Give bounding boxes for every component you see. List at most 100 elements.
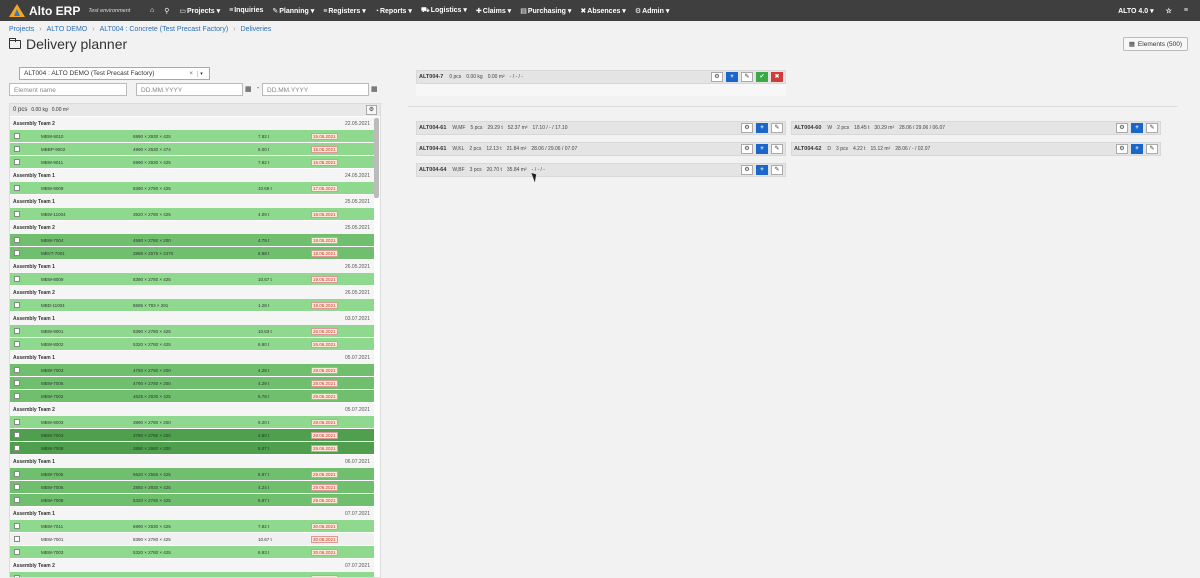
element-row[interactable]: MBW-7004 4590 × 2780 × 200 4.79 t 18.05.202… (10, 234, 374, 247)
calendar-icon[interactable]: ▦ (245, 85, 252, 93)
calendar-icon[interactable]: ▦ (371, 85, 378, 93)
breadcrumb-projects[interactable]: Projects (9, 26, 34, 33)
nav-item-2[interactable]: ▭Projects ▾ (179, 7, 220, 15)
edit-button[interactable]: ✎ (771, 165, 783, 175)
element-row[interactable]: MBW-7003 5320 × 2780 × 425 6.93 t 30.06.202… (10, 546, 374, 559)
element-row[interactable]: MBW-8002 5320 × 2780 × 425 6.90 t 26.06.202… (10, 338, 374, 351)
element-row[interactable]: MBW-11004 3920 × 2780 × 425 4.09 t 18.05.20… (10, 208, 374, 221)
nav-item-0[interactable]: ⌂ (150, 7, 155, 14)
settings-button[interactable]: ⚙ (741, 165, 753, 175)
delivery-card[interactable]: ALT004-64 W,BF 3 pcs 20.70 t 35.84 m² - / - /… (416, 163, 786, 177)
row-checkbox[interactable] (14, 133, 20, 139)
nav-item-8[interactable]: ✚Claims ▾ (476, 7, 511, 15)
project-select[interactable]: ALT004 : ALTO DEMO (Test Precast Factory… (19, 67, 210, 80)
row-checkbox[interactable] (14, 185, 20, 191)
row-checkbox[interactable] (14, 211, 20, 217)
settings-button[interactable]: ⚙ (1116, 144, 1128, 154)
element-row[interactable]: MBW-7001 8390 × 2780 × 425 10.67 t 30.06.20… (10, 533, 374, 546)
breadcrumb-deliveries[interactable]: Deliveries (241, 26, 272, 33)
delivery-card[interactable]: ALT004-7 0 pcs 0.00 kg 0.00 m² - / - / -… (416, 70, 786, 84)
elements-button[interactable]: ▦ Elements (500) (1122, 37, 1188, 51)
element-row[interactable]: MBVT-7001 2898 × 2675 × 2470 6.88 t 18.05.2… (10, 247, 374, 260)
row-checkbox[interactable] (14, 146, 20, 152)
delivery-card[interactable]: ALT004-60 W 2 pcs 18.45 t 30.29 m² 28.06 / 29… (791, 121, 1161, 135)
row-checkbox[interactable] (14, 393, 20, 399)
add-button[interactable]: + (756, 144, 768, 154)
element-row[interactable]: MBW-8009 8390 × 2780 × 425 10.69 t 17.05.20… (10, 182, 374, 195)
row-checkbox[interactable] (14, 471, 20, 477)
settings-button[interactable]: ⚙ (741, 123, 753, 133)
settings-button[interactable]: ⚙ (1116, 123, 1128, 133)
element-row[interactable]: MBW-7011 6990 × 2930 × 425 7.82 t 30.06.202… (10, 520, 374, 533)
element-row[interactable]: MBW-9010 6990 × 2930 × 425 7.82 t 15.05.202… (10, 130, 374, 143)
scrollbar[interactable] (374, 118, 379, 198)
element-row[interactable]: MBWP-7003 4590 × 2510 × 200 4.41 t 30.06.20… (10, 572, 374, 577)
nav-item-1[interactable]: ⚲ (164, 7, 170, 15)
row-checkbox[interactable] (14, 484, 20, 490)
row-checkbox[interactable] (14, 497, 20, 503)
settings-button[interactable]: ⚙ (741, 144, 753, 154)
element-row[interactable]: MBBP-9002 4990 × 2530 × 474 5.00 t 15.05.20… (10, 143, 374, 156)
nav-item-9[interactable]: ▤Purchasing ▾ (520, 7, 571, 15)
row-checkbox[interactable] (14, 250, 20, 256)
row-checkbox[interactable] (14, 341, 20, 347)
delivery-card[interactable]: ALT004-61 W,MF 5 pcs 29.29 t 52.37 m² 17.10 /… (416, 121, 786, 135)
add-button[interactable]: + (1131, 144, 1143, 154)
edit-button[interactable]: ✎ (741, 72, 753, 82)
breadcrumb-alto-demo[interactable]: ALTO DEMO (47, 26, 88, 33)
element-row[interactable]: MBW-7006 4790 × 2780 × 200 4.29 t 28.06.202… (10, 377, 374, 390)
brand-logo[interactable]: Alto ERP Test environment (9, 4, 144, 18)
row-checkbox[interactable] (14, 536, 20, 542)
element-row[interactable]: MBW-9011 6990 × 2930 × 425 7.82 t 15.05.202… (10, 156, 374, 169)
row-checkbox[interactable] (14, 276, 20, 282)
edit-button[interactable]: ✎ (771, 123, 783, 133)
row-checkbox[interactable] (14, 159, 20, 165)
nav-item-5[interactable]: ≡Registers ▾ (323, 7, 365, 15)
user-menu[interactable]: ALTO 4.0 ▾ (1118, 7, 1154, 15)
date-to-input[interactable]: DD.MM.YYYY (262, 83, 369, 96)
row-checkbox[interactable] (14, 419, 20, 425)
element-row[interactable]: MBW-7008 5320 × 2780 × 425 6.97 t 29.06.202… (10, 494, 374, 507)
row-checkbox[interactable] (14, 432, 20, 438)
row-checkbox[interactable] (14, 549, 20, 555)
delivery-card[interactable]: ALT004-62 D 3 pcs 4.22 t 15.12 m² 28.06 / - /… (791, 142, 1161, 156)
element-row[interactable]: MBW-7006 2850 × 2930 × 425 4.24 t 29.06.202… (10, 481, 374, 494)
element-row[interactable]: MBW-8003 3990 × 2780 × 200 9.20 t 28.06.202… (10, 416, 374, 429)
add-button[interactable]: + (756, 123, 768, 133)
row-checkbox[interactable] (14, 328, 20, 334)
nav-item-6[interactable]: ◔Reports ▾ (375, 7, 412, 15)
clear-icon[interactable]: × (189, 70, 193, 77)
star-icon[interactable]: ☆ (1166, 7, 1172, 15)
row-checkbox[interactable] (14, 367, 20, 373)
nav-item-7[interactable]: ⛟Logistics ▾ (421, 6, 467, 15)
element-row[interactable]: MBW-8001 8390 × 2780 × 425 10.63 t 26.06.20… (10, 325, 374, 338)
nav-item-3[interactable]: ≡Inquiries (229, 7, 263, 14)
date-from-input[interactable]: DD.MM.YYYY (136, 83, 243, 96)
gear-icon[interactable]: ⚙ (366, 105, 377, 115)
element-row[interactable]: MBW-7002 4625 × 2930 × 425 5.78 t 28.06.202… (10, 390, 374, 403)
delivery-card[interactable]: ALT004-61 W,KL 2 pcs 12.13 t 21.84 m² 28.06 /… (416, 142, 786, 156)
nav-item-4[interactable]: ✎Planning ▾ (272, 7, 314, 15)
confirm-button[interactable]: ✔ (756, 72, 768, 82)
chevron-down-icon[interactable]: ▾ (197, 70, 205, 77)
element-row[interactable]: MBW-8009 8390 × 2780 × 425 10.67 t 19.05.20… (10, 273, 374, 286)
row-checkbox[interactable] (14, 302, 20, 308)
settings-button[interactable]: ⚙ (711, 72, 723, 82)
cancel-button[interactable]: ✖ (771, 72, 783, 82)
edit-button[interactable]: ✎ (1146, 144, 1158, 154)
add-button[interactable]: + (756, 165, 768, 175)
element-name-input[interactable]: Element name (9, 83, 127, 96)
nav-item-10[interactable]: ✖Absences ▾ (580, 7, 625, 15)
row-checkbox[interactable] (14, 237, 20, 243)
element-row[interactable]: MBW-7008 3890 × 2680 × 200 5.07 t 28.06.202… (10, 442, 374, 455)
element-row[interactable]: MBW-7003 3790 × 2780 × 200 4.60 t 28.06.202… (10, 429, 374, 442)
row-checkbox[interactable] (14, 523, 20, 529)
element-row[interactable]: MBW-7003 4750 × 2780 × 200 4.28 t 28.06.202… (10, 364, 374, 377)
row-checkbox[interactable] (14, 380, 20, 386)
edit-button[interactable]: ✎ (771, 144, 783, 154)
element-row[interactable]: MBW-7005 5620 × 2565 × 425 6.97 t 29.06.202… (10, 468, 374, 481)
add-button[interactable]: + (726, 72, 738, 82)
element-row[interactable]: MBD-11004 5595 × 793 × 291 1.28 t 19.05.202… (10, 299, 374, 312)
add-button[interactable]: + (1131, 123, 1143, 133)
edit-button[interactable]: ✎ (1146, 123, 1158, 133)
